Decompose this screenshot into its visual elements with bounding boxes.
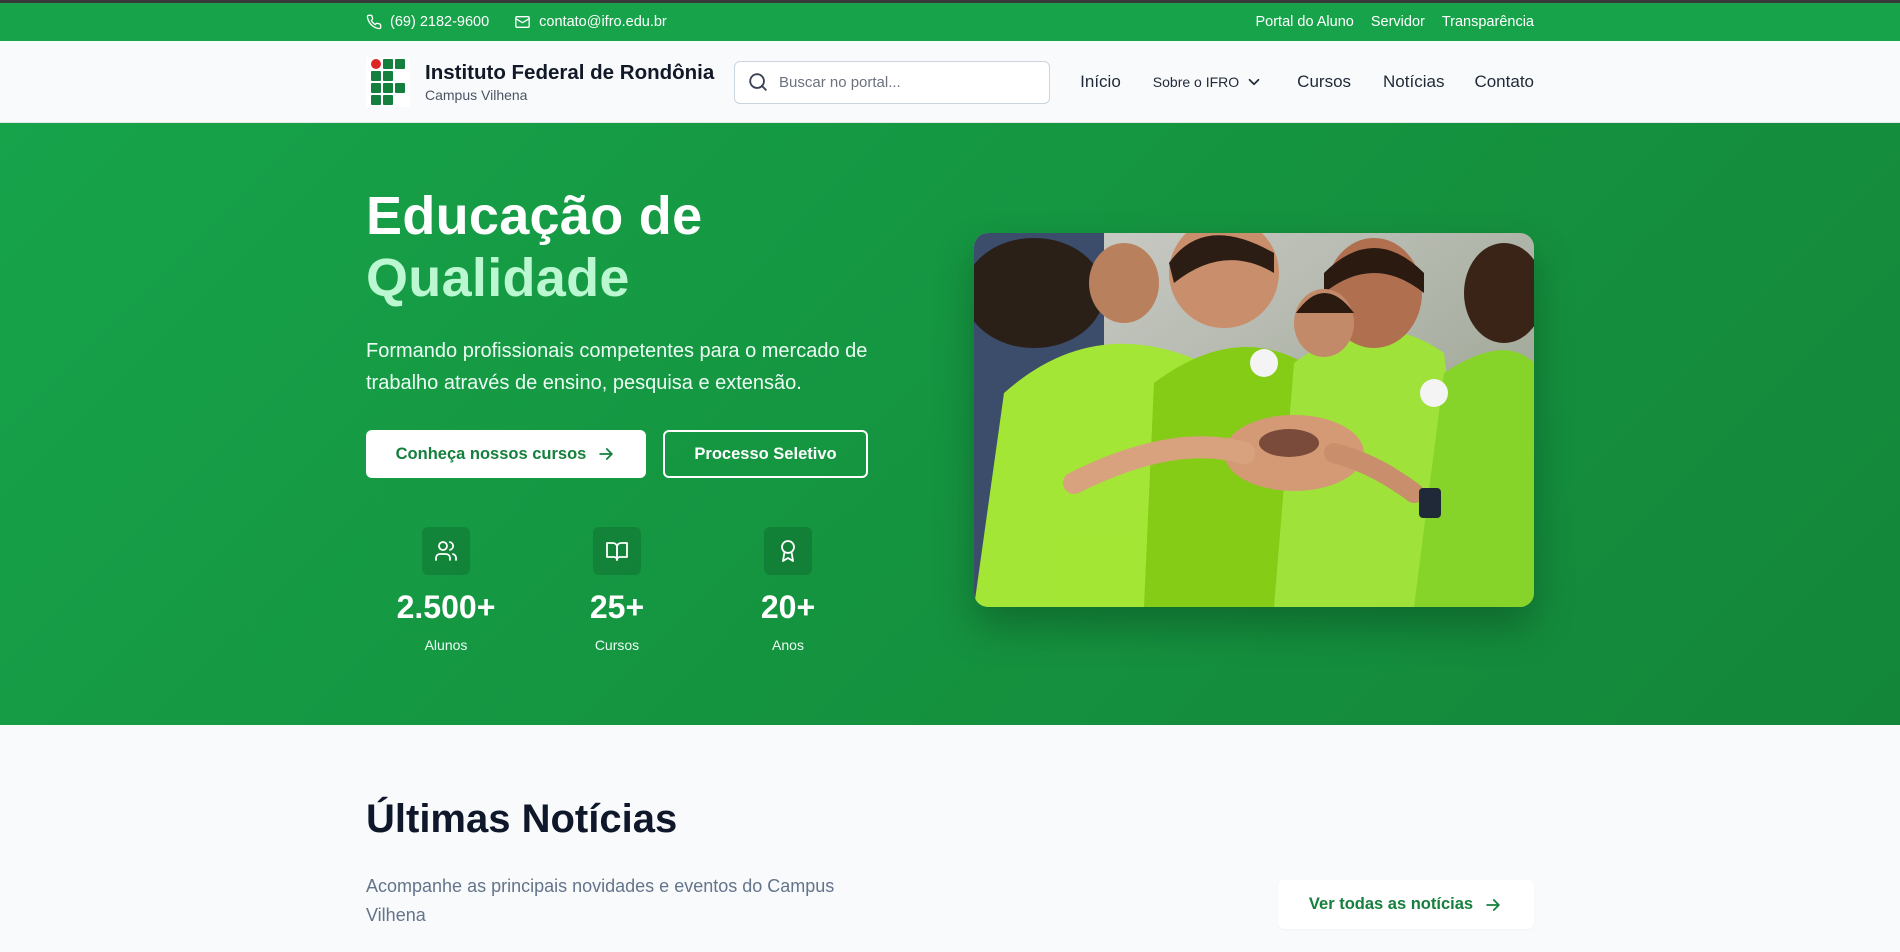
nav-inicio[interactable]: Início <box>1080 72 1121 92</box>
portal-aluno-link[interactable]: Portal do Aluno <box>1255 14 1353 30</box>
brand-name: Instituto Federal de Rondônia <box>425 60 715 84</box>
courses-button-label: Conheça nossos cursos <box>395 444 587 463</box>
hero-title-line1: Educação de <box>366 186 703 246</box>
top-contact-bar: (69) 2182-9600 contato@ifro.edu.br Porta… <box>0 0 1900 41</box>
award-icon <box>764 527 812 575</box>
nav-contato[interactable]: Contato <box>1474 72 1534 92</box>
stat-label: Alunos <box>424 637 468 653</box>
arrow-right-icon <box>596 444 616 464</box>
users-icon <box>422 527 470 575</box>
hero-title: Educação de Qualidade <box>366 185 702 309</box>
phone-contact[interactable]: (69) 2182-9600 <box>366 14 489 30</box>
arrow-right-icon <box>1483 895 1503 915</box>
phone-icon <box>366 14 382 30</box>
mail-icon <box>514 14 531 30</box>
main-header: Instituto Federal de Rondônia Campus Vil… <box>0 41 1900 123</box>
stat-label: Cursos <box>594 637 640 653</box>
stats-row: 2.500+ Alunos 25+ Cursos 20+ Anos <box>366 527 868 667</box>
main-nav: Início Sobre o IFRO Cursos Notícias Cont… <box>1080 72 1534 92</box>
search-input[interactable] <box>779 73 1019 91</box>
all-news-button-label: Ver todas as notícias <box>1308 895 1474 913</box>
news-title: Últimas Notícias <box>366 797 678 841</box>
hero-section: Educação de Qualidade Formando profissio… <box>0 123 1900 725</box>
search-box[interactable] <box>734 60 1050 104</box>
email-text: contato@ifro.edu.br <box>539 14 667 30</box>
nav-noticias[interactable]: Notícias <box>1383 72 1444 92</box>
stat-students: 2.500+ Alunos <box>366 527 526 653</box>
email-contact[interactable]: contato@ifro.edu.br <box>514 14 667 30</box>
servidor-link[interactable]: Servidor <box>1371 14 1425 30</box>
stat-courses: 25+ Cursos <box>537 527 697 653</box>
stat-value: 25+ <box>589 589 645 625</box>
nav-cursos[interactable]: Cursos <box>1297 72 1351 92</box>
search-icon <box>747 71 769 93</box>
hero-lead: Formando profissionais competentes para … <box>366 340 868 394</box>
all-news-button[interactable]: Ver todas as notícias <box>1278 880 1534 929</box>
news-section: Últimas Notícias Acompanhe as principais… <box>0 725 1900 952</box>
nav-sobre-label: Sobre o IFRO <box>1152 74 1240 90</box>
book-open-icon <box>593 527 641 575</box>
phone-text: (69) 2182-9600 <box>390 14 490 30</box>
news-description: Acompanhe as principais novidades e even… <box>366 876 835 925</box>
stat-years: 20+ Anos <box>708 527 868 653</box>
stat-label: Anos <box>772 637 804 653</box>
selection-process-button[interactable]: Processo Seletivo <box>663 430 868 478</box>
nav-sobre-dropdown[interactable]: Sobre o IFRO <box>1153 73 1263 91</box>
hero-title-accent: Qualidade <box>366 248 630 308</box>
hero-photo <box>974 233 1534 607</box>
ifro-logo <box>366 57 410 107</box>
chevron-down-icon <box>1245 73 1263 91</box>
stat-value: 20+ <box>760 589 816 625</box>
brand[interactable]: Instituto Federal de Rondônia Campus Vil… <box>366 57 748 107</box>
brand-subtitle: Campus Vilhena <box>425 87 528 104</box>
courses-button[interactable]: Conheça nossos cursos <box>366 430 646 478</box>
stat-value: 2.500+ <box>396 589 496 625</box>
transparencia-link[interactable]: Transparência <box>1442 14 1534 30</box>
